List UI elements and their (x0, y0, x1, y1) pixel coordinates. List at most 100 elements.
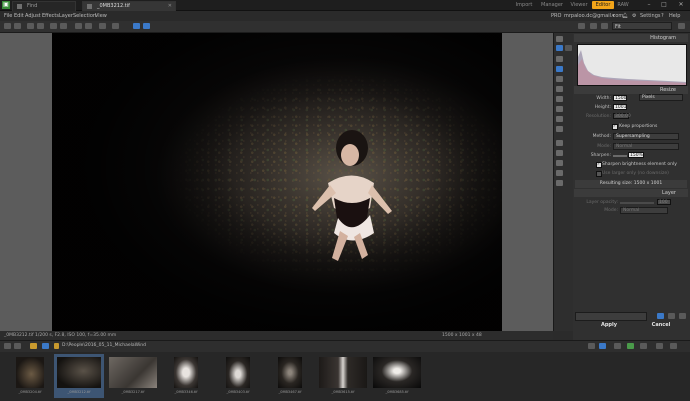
eyedropper-tool-icon[interactable] (556, 170, 563, 176)
unit-select[interactable]: Pixels (639, 94, 683, 101)
layer-opacity-slider[interactable] (620, 202, 654, 204)
thumbnail[interactable]: _0MB3403.tif (224, 354, 252, 398)
folder-path[interactable]: D:\People\2016_05_11_MichaelaWind (62, 343, 146, 348)
menu-view[interactable]: View (95, 12, 107, 20)
save-icon[interactable] (75, 23, 82, 29)
rotate-left-icon[interactable] (50, 23, 57, 29)
layer-header[interactable]: Layer (574, 189, 688, 197)
account-dropdown-icon[interactable]: ▾ (612, 12, 615, 20)
menu-edit[interactable]: Edit (14, 12, 24, 20)
preset-menu-icon[interactable] (668, 313, 675, 319)
next-icon[interactable] (37, 23, 44, 29)
sharpen-slider[interactable] (613, 155, 627, 157)
crop-tool-icon[interactable] (556, 56, 563, 62)
actual-size-icon[interactable] (590, 23, 597, 29)
zoom-options-icon[interactable] (678, 23, 685, 29)
width-input[interactable]: 1500 (613, 95, 627, 101)
filmstrip-forward-icon[interactable] (14, 343, 21, 349)
redo-icon[interactable] (14, 23, 21, 29)
help-icon[interactable]: ? (661, 12, 664, 20)
layer-mode-select[interactable]: Normal (620, 207, 668, 214)
resize-header[interactable]: Resize (574, 86, 688, 94)
view-split-icon[interactable] (143, 23, 150, 29)
thumbnail[interactable]: _0MB3615.tif (318, 354, 368, 398)
mode-viewer[interactable]: Viewer (568, 1, 590, 9)
minimize-button[interactable]: – (642, 0, 656, 10)
gradient-tool-icon[interactable] (556, 160, 563, 166)
fill-tool-icon[interactable] (556, 126, 563, 132)
thumb-size-icon[interactable] (627, 343, 634, 349)
zoom-out-icon[interactable] (112, 23, 119, 29)
mode-import[interactable]: Import (512, 1, 536, 9)
redeye-tool-icon[interactable] (556, 180, 563, 186)
preset-delete-icon[interactable] (679, 313, 686, 319)
compare-icon[interactable] (99, 23, 106, 29)
shape-tool-icon[interactable] (556, 150, 563, 156)
cancel-button[interactable]: Cancel (638, 321, 684, 330)
close-tab-icon[interactable]: ✕ (168, 2, 172, 11)
strip-options-icon[interactable] (640, 343, 647, 349)
folder-up-icon[interactable] (42, 343, 49, 349)
gear-icon[interactable]: ⚙ (632, 12, 636, 20)
settings-menu[interactable]: Settings (640, 12, 661, 20)
mode-raw[interactable]: RAW (616, 1, 630, 9)
rotate-tool-icon[interactable] (556, 76, 563, 82)
height-input[interactable]: 1001 (613, 104, 627, 110)
thumbnail-selected[interactable]: _0MB3212.tif (54, 354, 104, 398)
thumbnail[interactable]: _0MB3685.tif (372, 354, 422, 398)
mode-editor[interactable]: Editor (592, 1, 614, 9)
preset-save-icon[interactable] (657, 313, 664, 319)
tab-find[interactable]: Find (12, 1, 76, 11)
filter-icon[interactable] (599, 343, 606, 349)
clone-tool-icon[interactable] (556, 106, 563, 112)
menu-adjust[interactable]: Adjust (25, 12, 41, 20)
menu-file[interactable]: File (4, 12, 12, 20)
hand-tool-icon[interactable] (556, 36, 563, 42)
menu-effects[interactable]: Effects (42, 12, 59, 20)
sharpen-input[interactable]: 150% (628, 152, 644, 158)
prev-icon[interactable] (27, 23, 34, 29)
mode-manager[interactable]: Manager (539, 1, 565, 9)
thumbnail[interactable]: _0MB3204.tif (12, 354, 48, 398)
rotate-right-icon[interactable] (60, 23, 67, 29)
eraser-tool-icon[interactable] (556, 116, 563, 122)
menu-layer[interactable]: Layer (59, 12, 73, 20)
thumbnail[interactable]: _0MB3217.tif (108, 354, 158, 398)
strip-minimize-icon[interactable] (656, 343, 663, 349)
method-select[interactable]: Supersampling (613, 133, 679, 140)
undo-icon[interactable] (4, 23, 11, 29)
filmstrip-back-icon[interactable] (4, 343, 11, 349)
folder-icon[interactable] (30, 343, 37, 349)
strip-collapse-icon[interactable] (670, 343, 677, 349)
resolution-input[interactable]: 300.00 (613, 113, 631, 119)
straighten-tool-icon[interactable] (556, 86, 563, 92)
zoom-icon[interactable] (601, 23, 608, 29)
sort-icon[interactable] (588, 343, 595, 349)
maximize-button[interactable]: □ (657, 0, 671, 10)
layer-opacity-input[interactable]: 100 (657, 199, 671, 205)
preset-select[interactable] (575, 312, 647, 321)
fit-icon[interactable] (578, 23, 585, 29)
zoom-select[interactable]: Fit (612, 22, 672, 30)
edited-photo[interactable] (52, 33, 502, 331)
save-as-icon[interactable] (85, 23, 92, 29)
zoom-tool-icon[interactable] (565, 45, 572, 51)
keep-proportions-checkbox[interactable] (612, 123, 618, 130)
brush-tool-icon[interactable] (556, 96, 563, 102)
help-menu[interactable]: Help (669, 12, 680, 20)
apply-button[interactable]: Apply (584, 321, 634, 330)
close-button[interactable]: ✕ (674, 0, 688, 10)
thumbnail[interactable]: _0MB3346.tif (172, 354, 200, 398)
view-single-icon[interactable] (133, 23, 140, 29)
tab-document[interactable]: _0MB3212.tif ✕ (82, 1, 176, 11)
thumbnail[interactable]: _0MB3467.tif (276, 354, 304, 398)
thumbnail-image (278, 357, 302, 388)
menu-selection[interactable]: Selection (73, 12, 96, 20)
histogram-header[interactable]: Histogram (574, 34, 688, 42)
resize-tool-icon[interactable] (556, 66, 563, 72)
select-tool-icon[interactable] (556, 45, 563, 51)
view-mode-icon[interactable] (614, 343, 621, 349)
bell-icon[interactable]: 🔔︎ (622, 12, 628, 20)
mode-select[interactable]: Normal (613, 143, 679, 150)
text-tool-icon[interactable] (556, 140, 563, 146)
